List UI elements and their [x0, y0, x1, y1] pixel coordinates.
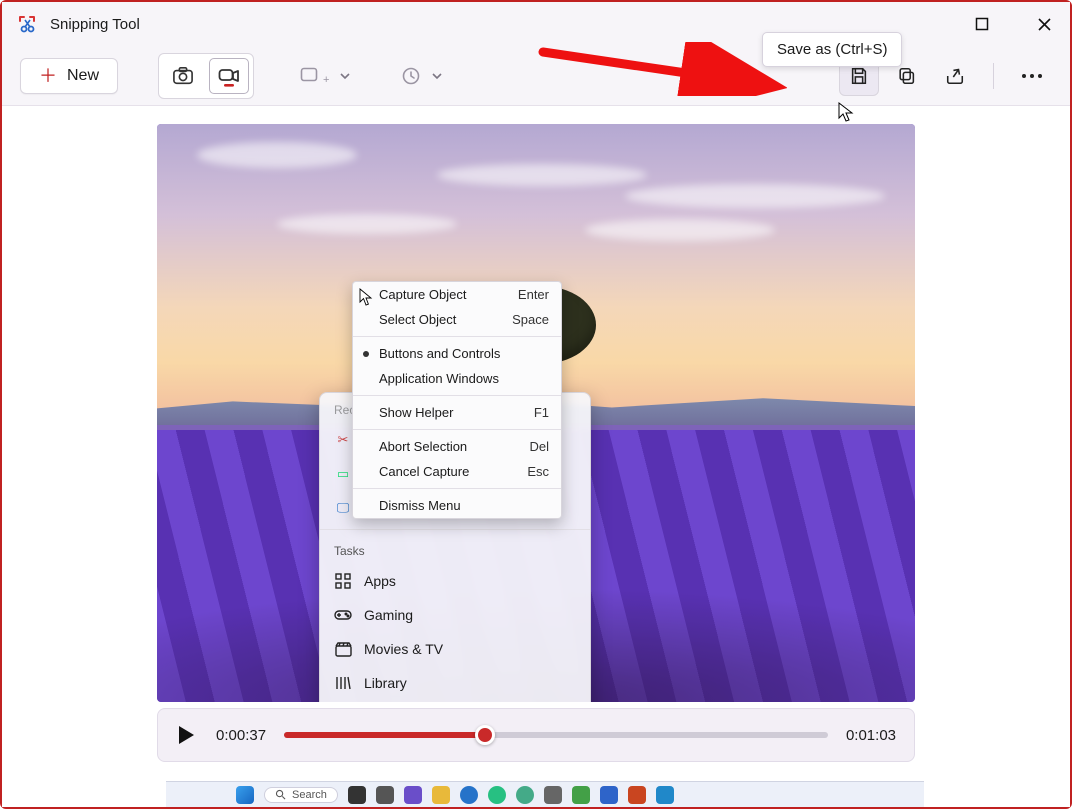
close-button[interactable] [1028, 8, 1060, 40]
video-preview[interactable]: Capture ObjectEnter Select ObjectSpace B… [157, 124, 915, 702]
more-button[interactable] [1012, 56, 1052, 96]
snip-shape-dropdown[interactable]: + [296, 60, 355, 92]
search-icon [275, 789, 286, 800]
snapshot-mode-button[interactable] [163, 58, 203, 94]
menu-dismiss[interactable]: Dismiss Menu [353, 493, 561, 518]
share-button[interactable] [935, 56, 975, 96]
delay-dropdown[interactable] [397, 60, 447, 92]
taskbar-app-icon [572, 786, 590, 804]
toolbar: ＋ New + [2, 46, 1070, 106]
new-button-label: New [67, 67, 99, 85]
seek-knob[interactable] [475, 725, 495, 745]
library-icon [334, 674, 352, 692]
menu-select-object[interactable]: Select ObjectSpace [353, 307, 561, 332]
plus-badge-icon: + [323, 74, 329, 86]
taskbar-app-icon [600, 786, 618, 804]
copy-icon [897, 66, 917, 86]
taskbar-app-icon [656, 786, 674, 804]
seek-fill [284, 732, 485, 738]
taskbar-search: Search [264, 787, 338, 803]
task-gaming[interactable]: Gaming [320, 598, 590, 632]
taskbar-app-icon [432, 786, 450, 804]
taskbar-app-icon [376, 786, 394, 804]
capture-context-menu: Capture ObjectEnter Select ObjectSpace B… [352, 281, 562, 519]
scissors-icon: ✂ [334, 431, 352, 449]
taskbar-app-icon [628, 786, 646, 804]
taskbar-app-icon [348, 786, 366, 804]
menu-show-helper[interactable]: Show HelperF1 [353, 400, 561, 425]
chevron-down-icon [431, 70, 443, 82]
canvas-area: Capture ObjectEnter Select ObjectSpace B… [2, 106, 1070, 807]
image-icon: ▭ [334, 465, 352, 483]
menu-application-windows[interactable]: Application Windows [353, 366, 561, 391]
playback-bar: 0:00:37 0:01:03 [157, 708, 915, 762]
tasks-header: Tasks [320, 534, 590, 564]
toolbar-divider [993, 63, 994, 89]
menu-buttons-controls[interactable]: Buttons and Controls [353, 341, 561, 366]
taskbar-app-icon [544, 786, 562, 804]
time-current: 0:00:37 [216, 727, 266, 744]
play-button[interactable] [176, 724, 198, 746]
more-icon [1021, 73, 1043, 79]
menu-abort-selection[interactable]: Abort SelectionDel [353, 434, 561, 459]
movies-icon [334, 640, 352, 658]
chevron-down-icon [339, 70, 351, 82]
task-movies[interactable]: Movies & TV [320, 632, 590, 666]
mode-group [158, 53, 254, 99]
annotation-arrow [537, 42, 787, 96]
record-mode-button[interactable] [209, 58, 249, 94]
title-bar: Snipping Tool [2, 2, 1070, 46]
cursor-icon [837, 101, 855, 123]
taskbar-app-icon [460, 786, 478, 804]
taskbar-app-icon [488, 786, 506, 804]
window-controls [966, 2, 1060, 46]
time-total: 0:01:03 [846, 727, 896, 744]
app-title: Snipping Tool [50, 16, 140, 33]
start-icon [236, 786, 254, 804]
apps-icon [334, 572, 352, 590]
share-icon [944, 66, 966, 86]
maximize-button[interactable] [966, 8, 998, 40]
task-library[interactable]: Library [320, 666, 590, 700]
gaming-icon [334, 606, 352, 624]
task-apps[interactable]: Apps [320, 564, 590, 598]
new-button[interactable]: ＋ New [20, 58, 118, 94]
monitor-icon: 🖵 [334, 499, 352, 517]
save-icon [849, 66, 869, 86]
seek-track[interactable] [284, 732, 828, 738]
app-icon [16, 13, 38, 35]
taskbar-app-icon [404, 786, 422, 804]
menu-cancel-capture[interactable]: Cancel CaptureEsc [353, 459, 561, 484]
taskbar-app-icon [516, 786, 534, 804]
menu-capture-object[interactable]: Capture ObjectEnter [353, 282, 561, 307]
recorded-taskbar: Search [166, 781, 924, 807]
